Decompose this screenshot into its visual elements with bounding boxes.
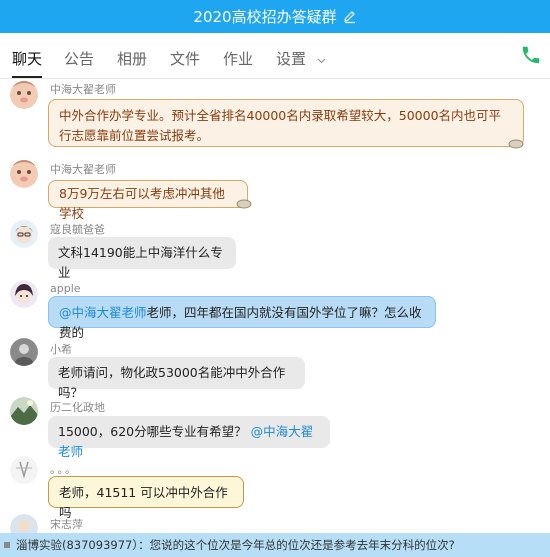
sender-name: 中海大翟老师 — [50, 83, 116, 96]
edit-icon[interactable] — [343, 10, 357, 24]
message-bubble[interactable]: 老师请问，物化政53000名能冲中外合作吗？ — [48, 357, 305, 400]
tab-settings[interactable]: 设置 — [276, 48, 326, 76]
sender-name: 。。。 — [50, 463, 78, 476]
tab-bar: 聊天 公告 相册 文件 作业 设置 — [0, 33, 550, 79]
bowl-decoration-icon — [508, 139, 524, 149]
sender-name: apple — [50, 282, 81, 295]
sender-name: 寇良毓爸爸 — [50, 223, 105, 236]
message-bubble[interactable]: 文科14190能上中海洋什么专业 — [48, 237, 236, 280]
message-bubble[interactable]: 15000，620分哪些专业有希望？ @中海大翟老师 — [48, 416, 330, 459]
title-bar: 2020高校招办答疑群 — [0, 0, 550, 33]
chevron-down-icon — [317, 58, 326, 64]
sender-name: 宋志萍 — [50, 518, 83, 531]
new-message-text: 淄博实验(837093977）：您说的这个位次是今年总的位次还是参考去年末分科的… — [16, 538, 455, 552]
avatar[interactable] — [10, 160, 38, 188]
message-bubble[interactable]: 老师，41511 可以冲中外合作吗 — [48, 476, 244, 520]
message-text: 中外合作办学专业。预计全省排名40000名内录取希望较大，50000名内也可平行… — [59, 108, 502, 143]
message-bubble[interactable]: 8万9万左右可以考虑冲冲其他学校 — [48, 180, 248, 221]
message-text: 老师，41511 可以冲中外合作吗 — [59, 485, 228, 520]
avatar[interactable] — [10, 280, 38, 308]
avatar[interactable] — [10, 456, 38, 484]
avatar[interactable] — [10, 397, 38, 425]
bullet-icon — [4, 542, 10, 548]
sender-name: 小希 — [50, 343, 72, 356]
message-bubble[interactable]: 中外合作办学专业。预计全省排名40000名内录取希望较大，50000名内也可平行… — [48, 99, 524, 147]
tab-homework[interactable]: 作业 — [223, 48, 253, 76]
avatar[interactable] — [10, 81, 38, 109]
message-text: 文科14190能上中海洋什么专业 — [58, 245, 223, 280]
tab-announcement[interactable]: 公告 — [64, 48, 94, 76]
new-message-bar[interactable]: 淄博实验(837093977）：您说的这个位次是今年总的位次还是参考去年末分科的… — [0, 533, 550, 557]
message-bubble[interactable]: @中海大翟老师老师，四年都在国内就没有国外学位了嘛？怎么收费的 — [48, 296, 436, 340]
message-text: 8万9万左右可以考虑冲冲其他学校 — [59, 186, 225, 221]
group-title: 2020高校招办答疑群 — [193, 8, 337, 26]
message-text: 15000，620分哪些专业有希望？ — [58, 424, 247, 439]
tab-album[interactable]: 相册 — [117, 48, 147, 76]
bowl-decoration-icon — [236, 199, 252, 209]
sender-name: 历二化政地 — [50, 401, 105, 414]
avatar[interactable] — [10, 338, 38, 366]
phone-icon[interactable] — [520, 44, 542, 66]
avatar[interactable] — [10, 220, 38, 248]
tab-chat[interactable]: 聊天 — [12, 48, 43, 78]
tab-files[interactable]: 文件 — [170, 48, 200, 76]
sender-name: 中海大翟老师 — [50, 163, 116, 176]
message-text: 老师请问，物化政53000名能冲中外合作吗？ — [58, 365, 286, 400]
mention-link[interactable]: @中海大翟老师 — [59, 305, 147, 320]
